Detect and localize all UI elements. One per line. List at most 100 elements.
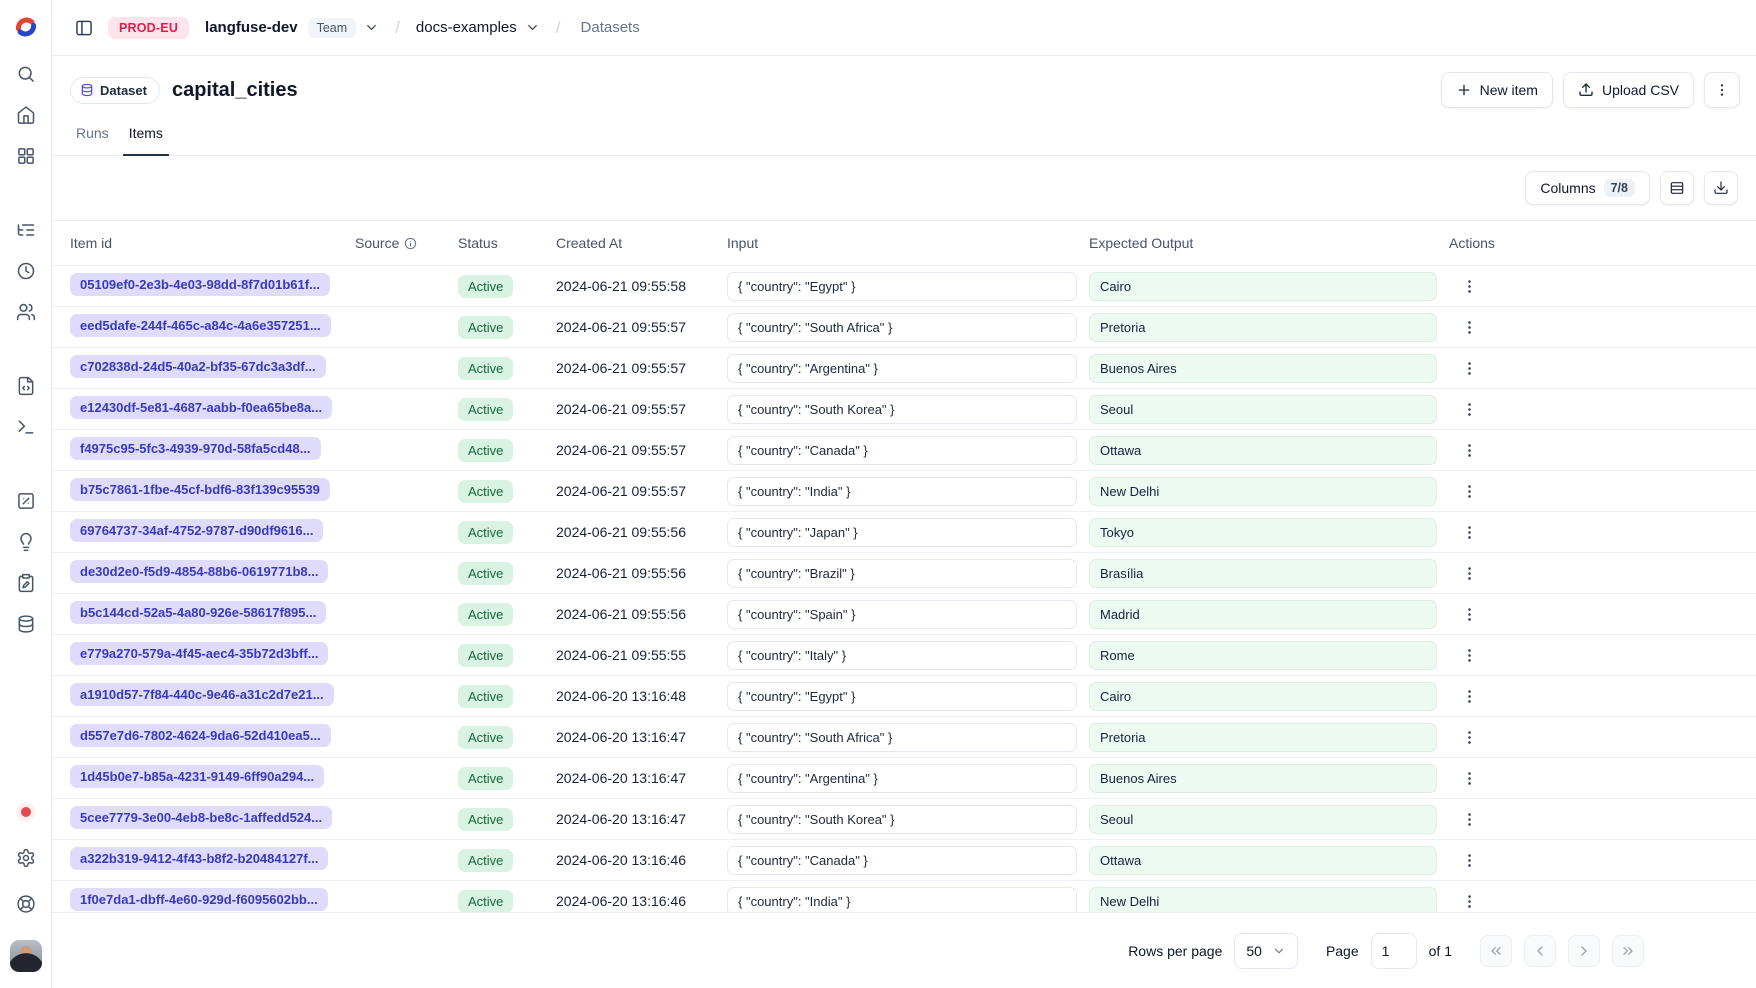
row-actions-kebab-button[interactable] [1455, 436, 1483, 464]
row-actions-kebab-button[interactable] [1455, 805, 1483, 833]
item-id-link[interactable]: c702838d-24d5-40a2-bf35-67dc3a3df... [70, 355, 326, 378]
tab-items[interactable]: Items [123, 125, 169, 156]
user-avatar[interactable] [10, 940, 42, 972]
page-kebab-menu-button[interactable] [1704, 72, 1740, 108]
users-icon[interactable] [16, 302, 36, 322]
item-id-link[interactable]: e779a270-579a-4f45-aec4-35b72d3bff... [70, 642, 328, 665]
expected-output-cell[interactable]: Buenos Aires [1089, 354, 1437, 383]
item-id-link[interactable]: a322b319-9412-4f43-b8f2-b20484127f... [70, 847, 328, 870]
item-id-link[interactable]: d557e7d6-7802-4624-9da6-52d410ea5... [70, 724, 331, 747]
row-density-button[interactable] [1660, 171, 1694, 205]
input-cell[interactable]: { "country": "Egypt" } [727, 272, 1077, 301]
row-actions-kebab-button[interactable] [1455, 764, 1483, 792]
page-number-input[interactable] [1371, 933, 1417, 969]
input-cell[interactable]: { "country": "Canada" } [727, 846, 1077, 875]
row-actions-kebab-button[interactable] [1455, 395, 1483, 423]
input-cell[interactable]: { "country": "South Korea" } [727, 395, 1077, 424]
expected-output-cell[interactable]: Cairo [1089, 682, 1437, 711]
dashboard-grid-icon[interactable] [16, 146, 36, 166]
org-name[interactable]: langfuse-dev [205, 19, 298, 36]
input-cell[interactable]: { "country": "Canada" } [727, 436, 1077, 465]
langfuse-logo-icon[interactable] [13, 14, 39, 40]
row-actions-kebab-button[interactable] [1455, 354, 1483, 382]
expected-output-cell[interactable]: Brasília [1089, 559, 1437, 588]
input-cell[interactable]: { "country": "Spain" } [727, 600, 1077, 629]
next-page-button[interactable] [1568, 935, 1600, 967]
column-header-expected-output[interactable]: Expected Output [1089, 235, 1449, 251]
insights-lightbulb-icon[interactable] [16, 532, 36, 552]
tracing-list-tree-icon[interactable] [16, 220, 36, 240]
input-cell[interactable]: { "country": "South Korea" } [727, 805, 1077, 834]
project-chevron-down-icon[interactable] [525, 20, 540, 35]
new-item-button[interactable]: New item [1441, 72, 1553, 108]
expected-output-cell[interactable]: Pretoria [1089, 723, 1437, 752]
first-page-button[interactable] [1480, 935, 1512, 967]
row-actions-kebab-button[interactable] [1455, 641, 1483, 669]
annotation-clipboard-pen-icon[interactable] [16, 573, 36, 593]
item-id-link[interactable]: 69764737-34af-4752-9787-d90df9616... [70, 519, 323, 542]
settings-gear-icon[interactable] [16, 848, 36, 868]
prompts-file-code-icon[interactable] [16, 376, 36, 396]
expected-output-cell[interactable]: Ottawa [1089, 436, 1437, 465]
last-page-button[interactable] [1612, 935, 1644, 967]
input-cell[interactable]: { "country": "South Africa" } [727, 723, 1077, 752]
column-header-input[interactable]: Input [727, 235, 1089, 251]
item-id-link[interactable]: 1d45b0e7-b85a-4231-9149-6ff90a294... [70, 765, 324, 788]
row-actions-kebab-button[interactable] [1455, 313, 1483, 341]
support-life-buoy-icon[interactable] [16, 894, 36, 914]
row-actions-kebab-button[interactable] [1455, 682, 1483, 710]
input-cell[interactable]: { "country": "Egypt" } [727, 682, 1077, 711]
search-icon[interactable] [16, 64, 36, 84]
column-header-created-at[interactable]: Created At [556, 235, 727, 251]
columns-button[interactable]: Columns 7/8 [1525, 171, 1650, 205]
input-cell[interactable]: { "country": "Italy" } [727, 641, 1077, 670]
column-header-status[interactable]: Status [458, 235, 556, 251]
expected-output-cell[interactable]: Buenos Aires [1089, 764, 1437, 793]
input-cell[interactable]: { "country": "Brazil" } [727, 559, 1077, 588]
item-id-link[interactable]: b75c7861-1fbe-45cf-bdf6-83f139c95539 [70, 478, 330, 501]
panel-left-toggle-icon[interactable] [68, 12, 100, 44]
input-cell[interactable]: { "country": "Japan" } [727, 518, 1077, 547]
home-icon[interactable] [16, 105, 36, 125]
row-actions-kebab-button[interactable] [1455, 723, 1483, 751]
item-id-link[interactable]: a1910d57-7f84-440c-9e46-a31c2d7e21... [70, 683, 334, 706]
row-actions-kebab-button[interactable] [1455, 559, 1483, 587]
row-actions-kebab-button[interactable] [1455, 477, 1483, 505]
previous-page-button[interactable] [1524, 935, 1556, 967]
input-cell[interactable]: { "country": "Argentina" } [727, 354, 1077, 383]
status-dot-icon[interactable] [21, 807, 31, 817]
expected-output-cell[interactable]: Pretoria [1089, 313, 1437, 342]
sessions-clock-icon[interactable] [16, 261, 36, 281]
playground-terminal-icon[interactable] [16, 417, 36, 437]
rows-per-page-select[interactable]: 50 [1234, 933, 1298, 969]
breadcrumb-project[interactable]: docs-examples [416, 19, 517, 36]
export-download-button[interactable] [1704, 171, 1738, 205]
expected-output-cell[interactable]: New Delhi [1089, 477, 1437, 506]
expected-output-cell[interactable]: Seoul [1089, 395, 1437, 424]
row-actions-kebab-button[interactable] [1455, 887, 1483, 912]
row-actions-kebab-button[interactable] [1455, 272, 1483, 300]
expected-output-cell[interactable]: Ottawa [1089, 846, 1437, 875]
item-id-link[interactable]: 1f0e7da1-dbff-4e60-929d-f6095602bb... [70, 888, 328, 911]
item-id-link[interactable]: 05109ef0-2e3b-4e03-98dd-8f7d01b61f... [70, 273, 330, 296]
expected-output-cell[interactable]: Cairo [1089, 272, 1437, 301]
column-header-item-id[interactable]: Item id [70, 235, 355, 251]
datasets-database-icon[interactable] [16, 614, 36, 634]
item-id-link[interactable]: 5cee7779-3e00-4eb8-be8c-1affedd524... [70, 806, 332, 829]
expected-output-cell[interactable]: New Delhi [1089, 887, 1437, 913]
row-actions-kebab-button[interactable] [1455, 846, 1483, 874]
input-cell[interactable]: { "country": "Argentina" } [727, 764, 1077, 793]
item-id-link[interactable]: b5c144cd-52a5-4a80-926e-58617f895... [70, 601, 326, 624]
item-id-link[interactable]: eed5dafe-244f-465c-a84c-4a6e357251... [70, 314, 331, 337]
item-id-link[interactable]: f4975c95-5fc3-4939-970d-58fa5cd48... [70, 437, 321, 460]
expected-output-cell[interactable]: Tokyo [1089, 518, 1437, 547]
evaluation-percent-square-icon[interactable] [16, 491, 36, 511]
row-actions-kebab-button[interactable] [1455, 518, 1483, 546]
input-cell[interactable]: { "country": "India" } [727, 887, 1077, 913]
item-id-link[interactable]: de30d2e0-f5d9-4854-88b6-0619771b8... [70, 560, 328, 583]
input-cell[interactable]: { "country": "South Africa" } [727, 313, 1077, 342]
input-cell[interactable]: { "country": "India" } [727, 477, 1077, 506]
expected-output-cell[interactable]: Madrid [1089, 600, 1437, 629]
item-id-link[interactable]: e12430df-5e81-4687-aabb-f0ea65be8a... [70, 396, 332, 419]
org-chevron-down-icon[interactable] [364, 20, 379, 35]
